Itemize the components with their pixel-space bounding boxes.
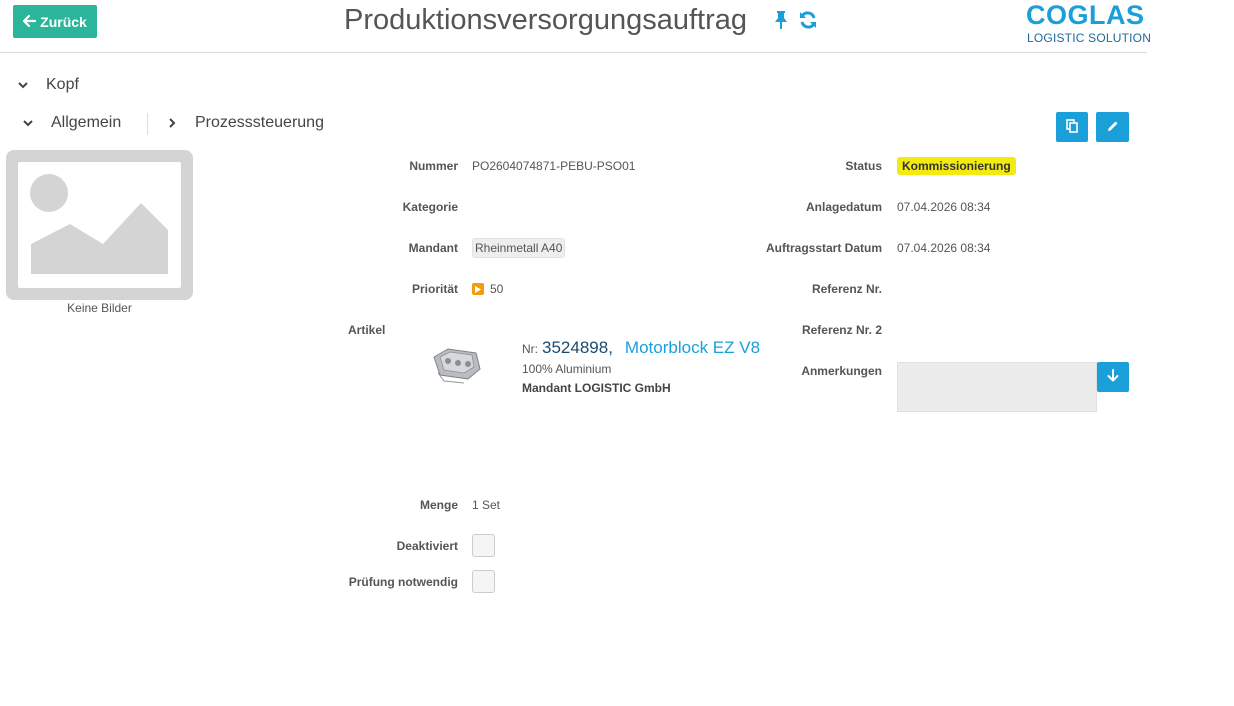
auftragsstart-value: 07.04.2026 08:34 <box>897 241 991 255</box>
article-number: 3524898 <box>542 338 609 357</box>
tab-prozesssteuerung[interactable]: Prozesssteuerung <box>165 114 324 132</box>
logo-text: COGLAS <box>1026 0 1145 30</box>
image-placeholder-icon <box>30 174 168 274</box>
anlagedatum-label: Anlagedatum <box>805 200 882 214</box>
expand-notes-button[interactable] <box>1097 362 1129 392</box>
nummer-label: Nummer <box>409 159 458 173</box>
copy-button[interactable] <box>1056 112 1088 142</box>
menge-value: 1 Set <box>472 498 501 512</box>
artikel-label: Artikel <box>348 323 386 337</box>
arrow-down-icon <box>1107 369 1119 385</box>
anmerkungen-field[interactable] <box>897 362 1097 412</box>
logo-subtitle: LOGISTIC SOLUTION <box>1027 31 1152 45</box>
referenz-label: Referenz Nr. <box>811 282 882 296</box>
no-images-caption: Keine Bilder <box>67 301 132 315</box>
image-placeholder <box>6 150 193 300</box>
chevron-down-icon <box>16 81 30 89</box>
anlagedatum-value: 07.04.2026 08:34 <box>897 200 991 214</box>
arrow-left-icon <box>23 14 37 30</box>
refresh-icon[interactable] <box>798 10 818 33</box>
page-title: Produktionsversorgungsauftrag <box>344 4 748 36</box>
deaktiviert-label: Deaktiviert <box>396 539 458 553</box>
chevron-right-icon <box>165 118 179 128</box>
prioritaet-value-group: 50 <box>472 282 503 296</box>
anmerkungen-label: Anmerkungen <box>801 364 882 378</box>
back-button[interactable]: Zurück <box>13 5 97 38</box>
article-mandant: Mandant LOGISTIC GmbH <box>522 381 671 395</box>
pruefung-label: Prüfung notwendig <box>348 575 458 589</box>
pin-icon[interactable] <box>773 10 789 33</box>
section-kopf[interactable]: Kopf <box>16 76 79 94</box>
kategorie-label: Kategorie <box>402 200 458 214</box>
menge-label: Menge <box>419 498 458 512</box>
article-name-link[interactable]: Motorblock EZ V8 <box>625 338 760 358</box>
tab-allgemein[interactable]: Allgemein <box>21 114 121 132</box>
article-title-line: Nr: 3524898 , Motorblock EZ V8 <box>522 338 761 358</box>
pencil-icon <box>1107 120 1119 135</box>
prioritaet-label: Priorität <box>411 282 458 296</box>
mandant-label: Mandant <box>408 241 458 255</box>
auftragsstart-label: Auftragsstart Datum <box>765 241 882 255</box>
tab-allgemein-label: Allgemein <box>51 114 122 131</box>
article-image <box>428 343 484 385</box>
status-label: Status <box>845 159 882 173</box>
pruefung-checkbox[interactable] <box>472 570 495 593</box>
prioritaet-value: 50 <box>490 282 504 296</box>
edit-button[interactable] <box>1096 112 1129 142</box>
mandant-chip: Rheinmetall A40 <box>472 238 566 258</box>
referenz2-label: Referenz Nr. 2 <box>801 323 882 337</box>
section-kopf-label: Kopf <box>46 76 79 93</box>
priority-icon <box>472 283 484 295</box>
tab-prozesssteuerung-label: Prozesssteuerung <box>195 114 324 131</box>
deaktiviert-checkbox[interactable] <box>472 534 495 557</box>
nummer-value: PO2604074871-PEBU-PSO01 <box>472 159 636 173</box>
article-material: 100% Aluminium <box>522 362 612 376</box>
tab-separator <box>147 113 148 135</box>
header-divider <box>0 52 1147 53</box>
article-nr-label: Nr: <box>522 342 538 356</box>
status-badge: Kommissionierung <box>897 157 1016 175</box>
chevron-down-icon <box>21 119 35 127</box>
back-button-label: Zurück <box>40 13 87 30</box>
copy-icon <box>1066 118 1078 136</box>
